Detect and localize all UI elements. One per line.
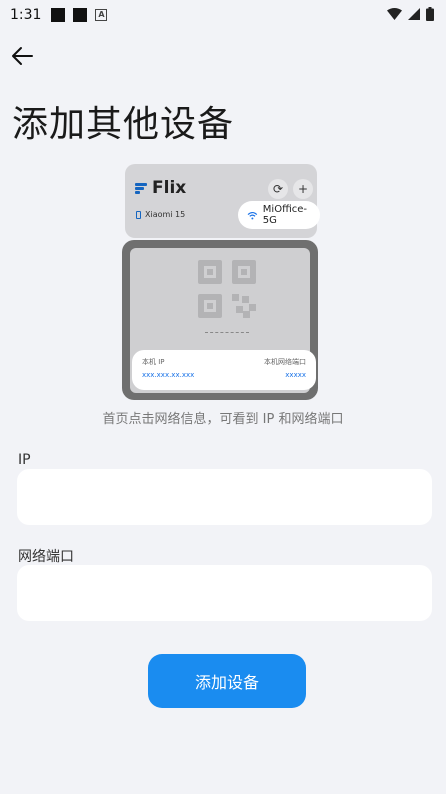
phone-icon: [136, 210, 141, 219]
divider: [205, 332, 249, 333]
arrow-left-icon: [12, 47, 33, 65]
port-field-label: 网络端口: [18, 549, 74, 565]
network-info-pill: 本机 IP xxx.xxx.xx.xxx 本机网络端口 xxxxx: [132, 350, 316, 390]
flix-logo-icon: [135, 182, 147, 194]
app-name: Flix: [152, 178, 187, 198]
battery-icon: [426, 7, 434, 21]
notification-icon: [51, 8, 66, 22]
page-title: 添加其他设备: [12, 104, 235, 145]
app-header-card: Flix ⟳ + Xiaomi 15 MiOffice-5G: [125, 164, 320, 238]
port-input[interactable]: [17, 565, 432, 621]
device-name: Xiaomi 15: [136, 210, 185, 219]
status-bar: 1:31 A: [0, 0, 446, 30]
guide-illustration: Flix ⟳ + Xiaomi 15 MiOffice-5G 本机 IP xxx…: [120, 162, 320, 402]
plus-icon: +: [293, 179, 313, 199]
wifi-icon: [387, 8, 402, 20]
keyboard-a-icon: A: [95, 9, 108, 21]
app-logo: Flix: [135, 178, 186, 198]
port-value: xxxxx: [285, 371, 306, 379]
notification-icon: [73, 8, 88, 22]
port-label: 本机网络端口: [264, 358, 306, 366]
qr-card: 本机 IP xxx.xxx.xx.xxx 本机网络端口 xxxxx: [122, 240, 318, 400]
status-time: 1:31: [10, 7, 42, 23]
hint-text: 首页点击网络信息，可看到 IP 和网络端口: [102, 412, 344, 427]
ip-value: xxx.xxx.xx.xxx: [142, 371, 195, 379]
wifi-name: MiOffice-5G: [262, 204, 308, 226]
refresh-icon: ⟳: [268, 179, 288, 199]
wifi-icon: [247, 211, 258, 219]
ip-input[interactable]: [17, 469, 432, 525]
status-icons: [387, 7, 434, 21]
wifi-pill: MiOffice-5G: [238, 201, 320, 229]
signal-icon: [408, 8, 420, 20]
ip-label: 本机 IP: [142, 358, 165, 366]
qr-code-icon: [198, 260, 256, 318]
add-device-button[interactable]: 添加设备: [148, 654, 306, 708]
back-button[interactable]: [10, 42, 38, 70]
ip-field-label: IP: [18, 452, 31, 468]
